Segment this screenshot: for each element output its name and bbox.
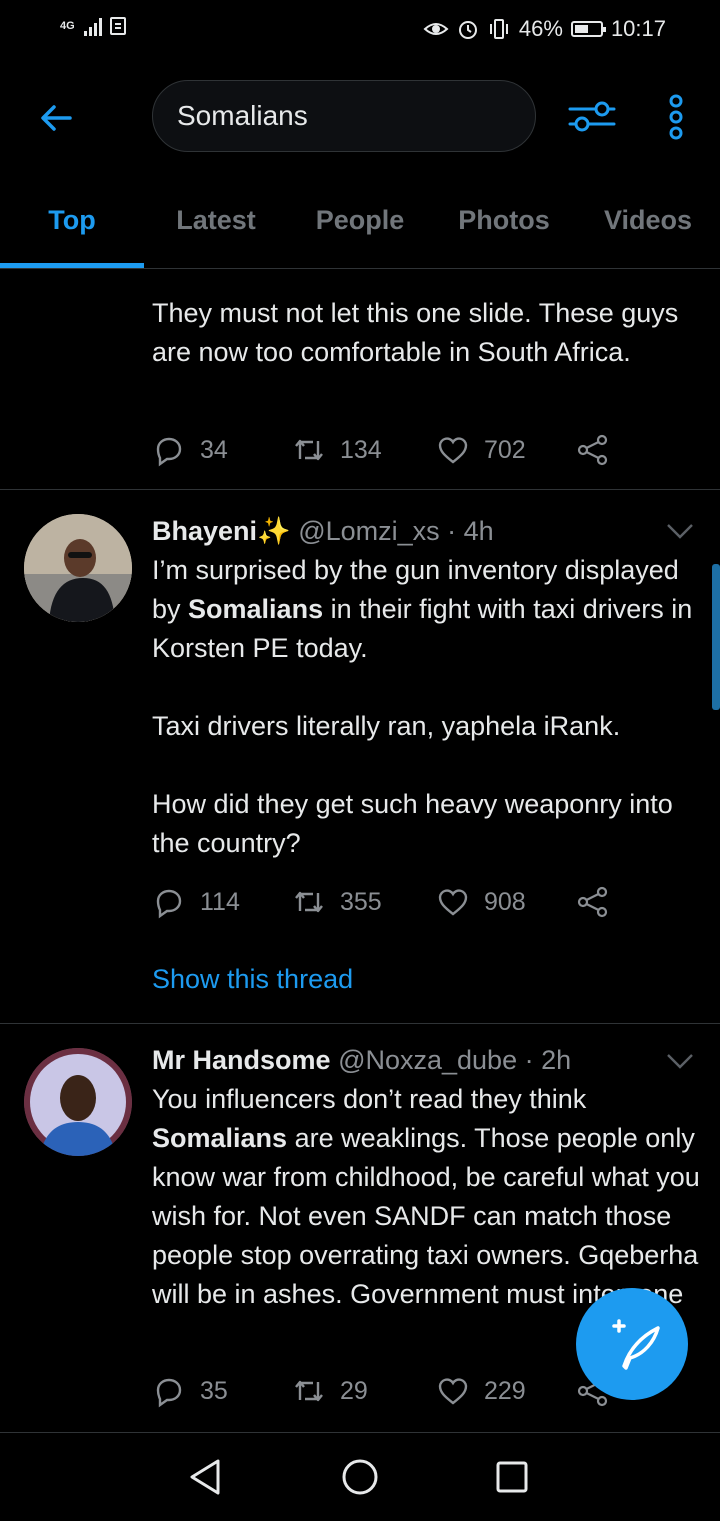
like-count: 229	[484, 1376, 526, 1405]
compose-tweet-button[interactable]	[576, 1288, 688, 1400]
network-type: 4G	[60, 20, 75, 32]
tweet-text: They must not let this one slide. These …	[152, 298, 686, 367]
like-button[interactable]: 702	[436, 428, 526, 472]
tweet-time: 4h	[463, 516, 494, 546]
reply-icon	[156, 437, 182, 467]
like-button[interactable]: 229	[436, 1369, 526, 1413]
tweet-text: I’m surprised by the gun inventory displ…	[152, 551, 702, 863]
tweet-text: You influencers don’t read they think So…	[152, 1080, 702, 1314]
retweet-button[interactable]: 355	[292, 880, 382, 924]
heart-icon	[438, 1378, 468, 1405]
tweet-text-part: in their fight with taxi drivers in Kors…	[152, 594, 693, 858]
search-tabs: Top Latest People Photos Videos	[0, 172, 720, 269]
author-name[interactable]: Bhayeni	[152, 516, 257, 546]
tweet-actions: 35 29 229	[152, 1369, 622, 1413]
author-name[interactable]: Mr Handsome	[152, 1045, 331, 1075]
retweet-count: 355	[340, 887, 382, 916]
search-header: Somalians	[0, 62, 720, 172]
author-handle[interactable]: @Noxza_dube	[338, 1045, 517, 1075]
reply-icon	[156, 1378, 182, 1408]
status-bar: 4G 46% 10:17	[0, 0, 720, 62]
time-separator: ·	[517, 1045, 542, 1075]
vibrate-icon	[489, 19, 508, 39]
tab-photos[interactable]: Photos	[432, 172, 576, 268]
like-count: 908	[484, 887, 526, 916]
retweet-icon	[295, 891, 323, 913]
retweet-button[interactable]: 134	[292, 428, 382, 472]
tweet-divider	[0, 489, 720, 490]
tweet-author-line: Bhayeni✨ @Lomzi_xs · 4h	[152, 512, 652, 551]
system-navigation-bar	[0, 1432, 720, 1521]
reply-button[interactable]: 114	[152, 880, 240, 924]
back-arrow-icon[interactable]	[36, 98, 76, 138]
show-thread-link[interactable]: Show this thread	[152, 964, 353, 995]
search-highlight: Somalians	[188, 594, 324, 624]
home-circle-icon[interactable]	[338, 1455, 382, 1499]
retweet-count: 134	[340, 435, 382, 464]
tweet-divider	[0, 1023, 720, 1024]
search-input[interactable]: Somalians	[152, 80, 536, 152]
tweet-text-part: You influencers don’t read they think	[152, 1084, 594, 1114]
author-handle[interactable]: @Lomzi_xs	[298, 516, 439, 546]
avatar-image	[24, 1048, 132, 1156]
back-triangle-icon[interactable]	[184, 1455, 228, 1499]
tweet-time: 2h	[541, 1045, 572, 1075]
heart-icon	[438, 889, 468, 916]
chevron-down-icon[interactable]	[666, 522, 694, 540]
tab-videos[interactable]: Videos	[576, 172, 720, 268]
clock: 10:17	[610, 16, 666, 41]
sparkle-emoji-icon: ✨	[257, 516, 291, 546]
time-separator: ·	[439, 516, 464, 546]
search-highlight: Somalians	[152, 1123, 288, 1153]
like-button[interactable]: 908	[436, 880, 526, 924]
tweet-actions: 34 134 702	[152, 428, 622, 472]
share-button[interactable]	[576, 880, 610, 924]
chevron-down-icon[interactable]	[666, 1052, 694, 1070]
recents-square-icon[interactable]	[490, 1455, 534, 1499]
compose-quill-icon	[612, 1319, 660, 1370]
reply-icon	[156, 889, 182, 919]
reply-count: 35	[200, 1376, 228, 1405]
share-button[interactable]	[576, 428, 610, 472]
reply-button[interactable]: 35	[152, 1369, 228, 1413]
reply-count: 34	[200, 435, 228, 464]
battery-icon	[570, 21, 606, 37]
like-count: 702	[484, 435, 526, 464]
reply-button[interactable]: 34	[152, 428, 228, 472]
retweet-button[interactable]: 29	[292, 1369, 368, 1413]
eye-comfort-icon	[423, 23, 449, 35]
tab-people[interactable]: People	[288, 172, 432, 268]
retweet-count: 29	[340, 1376, 368, 1405]
avatar[interactable]	[24, 514, 132, 622]
filter-icon[interactable]	[568, 96, 616, 136]
search-query: Somalians	[177, 100, 308, 131]
battery-percent: 46%	[518, 16, 563, 41]
reply-count: 114	[200, 887, 240, 916]
alarm-icon	[458, 21, 477, 39]
retweet-icon	[295, 1380, 323, 1402]
share-icon	[577, 886, 608, 918]
sim-card-icon	[110, 17, 126, 35]
tab-top[interactable]: Top	[0, 172, 144, 268]
avatar[interactable]	[24, 1048, 132, 1156]
scrollbar-thumb[interactable]	[712, 564, 720, 710]
tab-latest[interactable]: Latest	[144, 172, 288, 268]
signal-icon	[84, 16, 102, 36]
heart-icon	[438, 437, 468, 464]
retweet-icon	[295, 439, 323, 461]
share-icon	[577, 434, 608, 466]
tweet-author-line: Mr Handsome @Noxza_dube · 2h	[152, 1041, 652, 1080]
tweet-actions: 114 355 908	[152, 880, 622, 924]
more-options-icon[interactable]	[664, 94, 688, 140]
avatar-image	[24, 514, 132, 622]
